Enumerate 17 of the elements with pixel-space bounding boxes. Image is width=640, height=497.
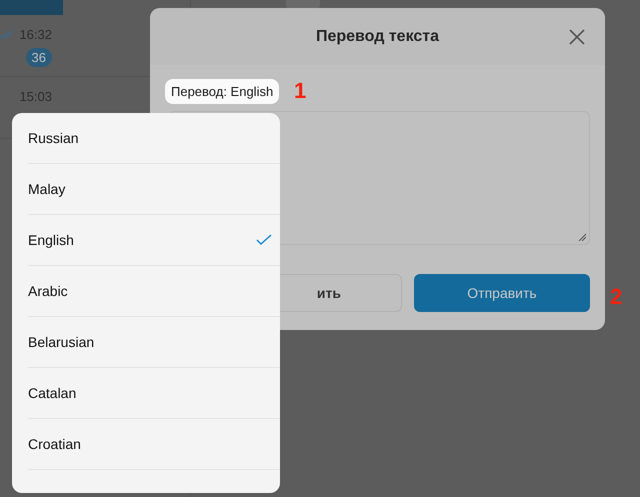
double-check-icon [0, 30, 16, 40]
dialog-title: Перевод текста [316, 28, 440, 46]
resize-grip-icon [578, 233, 586, 241]
language-option[interactable]: Catalan [28, 368, 280, 419]
annotation-number: 1 [294, 78, 306, 104]
selected-chat-highlight [0, 0, 63, 15]
language-option[interactable]: Arabic [28, 266, 280, 317]
language-selector[interactable]: Перевод: English [165, 79, 280, 104]
language-option[interactable]: Malay [28, 164, 280, 215]
language-option[interactable]: Croatian [28, 419, 280, 470]
close-icon[interactable] [569, 29, 585, 45]
send-button[interactable]: Отправить [414, 274, 590, 312]
language-option[interactable]: English [28, 215, 280, 266]
unread-count: 36 [26, 48, 52, 67]
language-option[interactable]: Belarusian [28, 317, 280, 368]
language-option[interactable]: Russian [28, 113, 280, 164]
annotation-number: 2 [610, 284, 622, 310]
